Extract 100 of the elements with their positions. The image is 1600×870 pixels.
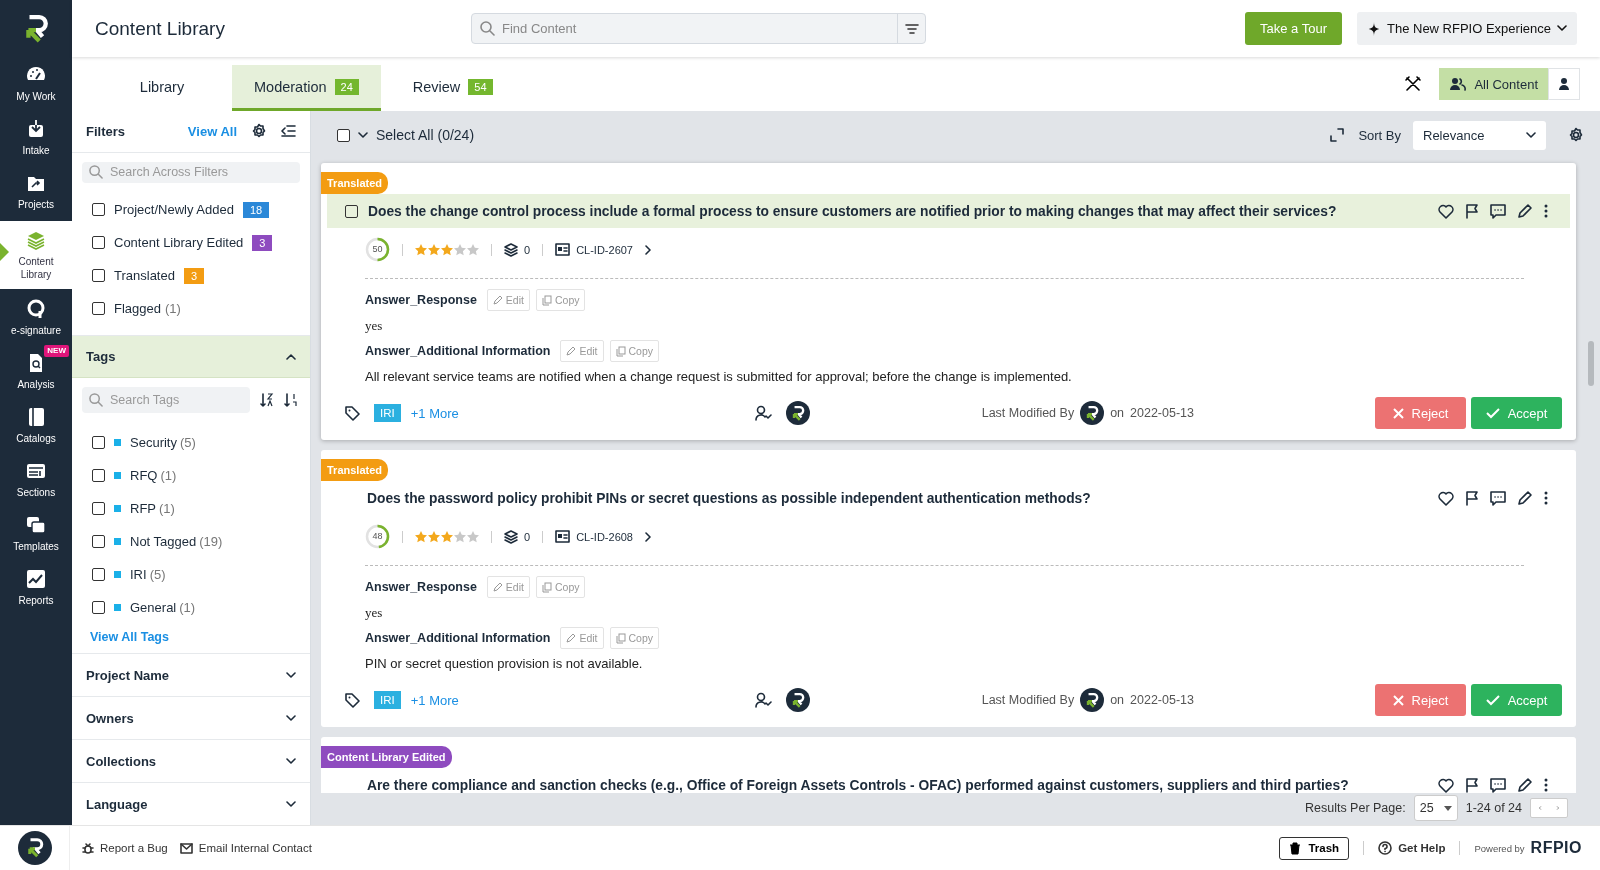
collapse-icon[interactable]: [281, 123, 296, 140]
accordion-header[interactable]: Project Name: [72, 653, 310, 696]
checkbox[interactable]: [92, 502, 105, 515]
answer-label: Answer_Response: [365, 293, 477, 307]
id-card-icon: [555, 243, 571, 256]
scrollbar[interactable]: [1588, 341, 1594, 386]
checkbox[interactable]: [92, 601, 105, 614]
tab[interactable]: Review 54: [390, 65, 515, 111]
experience-dropdown[interactable]: The New RFPIO Experience: [1357, 12, 1577, 45]
checkbox[interactable]: [337, 128, 350, 142]
accordion-header[interactable]: Tags: [72, 335, 310, 378]
page-title: Content Library: [95, 17, 226, 40]
expand-icon[interactable]: [1330, 128, 1345, 142]
more-icon[interactable]: [1544, 204, 1548, 218]
more-tags-link[interactable]: +1 More: [404, 404, 465, 422]
checkbox[interactable]: [92, 203, 105, 216]
nav-item[interactable]: Sections: [0, 453, 72, 507]
heart-icon[interactable]: [1438, 203, 1454, 219]
comment-icon[interactable]: [1490, 777, 1506, 793]
tag-label: IRI: [130, 567, 147, 582]
nav-item[interactable]: Projects: [0, 165, 72, 219]
nav-item[interactable]: My Work: [0, 57, 72, 111]
question-text: Are there compliance and sanction checks (e.g., Office of Foreign Assets Controls - OFAC) performed against customers, suppliers and third parties?: [366, 777, 1350, 793]
view-all-link[interactable]: View All: [187, 123, 237, 139]
star-icon[interactable]: [454, 243, 466, 256]
tag-count: (1): [160, 468, 177, 483]
chevron-down-icon: [286, 801, 296, 807]
checkbox[interactable]: [345, 204, 358, 218]
active-marker-icon: [0, 243, 9, 261]
more-icon[interactable]: [1544, 778, 1548, 792]
accordion-header[interactable]: Owners: [72, 696, 310, 739]
star-icon[interactable]: [441, 243, 453, 256]
content-id-link[interactable]: CL-ID-2608: [555, 530, 652, 543]
templates-icon: [26, 515, 46, 535]
checkbox[interactable]: [92, 535, 105, 548]
heart-icon[interactable]: [1438, 777, 1454, 793]
footer-link[interactable]: Email Internal Contact: [179, 842, 312, 854]
flag-icon[interactable]: [1465, 490, 1479, 506]
star-icon[interactable]: [467, 243, 479, 256]
star-icon[interactable]: [415, 243, 427, 256]
help-link[interactable]: Get Help: [1378, 841, 1446, 855]
nav-item[interactable]: e-signature: [0, 291, 72, 345]
checkbox[interactable]: [92, 269, 105, 282]
nav-item[interactable]: NEW Analysis: [0, 345, 72, 399]
chevron-down-icon[interactable]: [358, 131, 368, 139]
score-value: 48: [371, 531, 384, 542]
nav-item[interactable]: Content Library: [0, 221, 72, 289]
pencil-icon: [492, 582, 503, 592]
my-content-button[interactable]: [1548, 68, 1580, 100]
sort-dropdown[interactable]: Relevance: [1413, 120, 1546, 150]
copy-icon: [615, 632, 626, 644]
trash-button[interactable]: Trash: [1279, 836, 1350, 860]
logo-icon[interactable]: [17, 831, 52, 865]
sort-alpha-icon[interactable]: [260, 392, 274, 407]
copy-icon: [541, 581, 552, 593]
checkbox[interactable]: [92, 236, 105, 249]
more-tags-link[interactable]: +1 More: [404, 691, 465, 709]
content-id-link[interactable]: CL-ID-2607: [555, 243, 652, 256]
comment-icon[interactable]: [1490, 490, 1506, 506]
checkbox[interactable]: [92, 436, 105, 449]
person-icon: [1558, 77, 1570, 91]
star-icon[interactable]: [415, 530, 427, 543]
heart-icon[interactable]: [1438, 490, 1454, 506]
tab[interactable]: Moderation 24: [232, 65, 381, 111]
pencil-icon[interactable]: [1517, 203, 1533, 219]
footer-link[interactable]: Report a Bug: [82, 842, 168, 854]
settings-icon[interactable]: [251, 123, 267, 140]
logo-icon: [790, 692, 805, 708]
nav-item[interactable]: Intake: [0, 111, 72, 165]
nav-item[interactable]: Catalogs: [0, 399, 72, 453]
tools-icon[interactable]: [1405, 76, 1422, 92]
star-icon[interactable]: [428, 243, 440, 256]
nav-item[interactable]: Reports: [0, 561, 72, 615]
accordion-header[interactable]: Collections: [72, 739, 310, 782]
star-icon[interactable]: [454, 530, 466, 543]
more-icon[interactable]: [1544, 491, 1548, 505]
filter-label: Content Library Edited: [114, 235, 244, 250]
status-badge: Translated: [321, 459, 389, 481]
per-page-dropdown[interactable]: 25: [1413, 795, 1458, 821]
all-content-button[interactable]: All Content: [1439, 68, 1548, 100]
star-icon[interactable]: [428, 530, 440, 543]
star-icon[interactable]: [441, 530, 453, 543]
view-all-tags-link[interactable]: View All Tags: [72, 624, 310, 653]
nav-item[interactable]: Templates: [0, 507, 72, 561]
checkbox[interactable]: [92, 568, 105, 581]
settings-icon[interactable]: [1568, 127, 1584, 143]
flag-icon[interactable]: [1465, 777, 1479, 793]
comment-icon[interactable]: [1490, 203, 1506, 219]
pencil-icon[interactable]: [1517, 490, 1533, 506]
answer-label: Answer_Additional Information: [365, 344, 551, 358]
checkbox[interactable]: [92, 302, 105, 315]
sort-numeric-icon[interactable]: [284, 392, 298, 407]
count-badge: 54: [468, 78, 493, 95]
star-icon[interactable]: [467, 530, 479, 543]
flag-icon[interactable]: [1465, 203, 1479, 219]
tab[interactable]: Library: [102, 65, 222, 111]
pencil-icon[interactable]: [1517, 777, 1533, 793]
answer-label: Answer_Additional Information: [365, 631, 551, 645]
checkbox[interactable]: [92, 469, 105, 482]
copy-icon: [541, 294, 552, 306]
